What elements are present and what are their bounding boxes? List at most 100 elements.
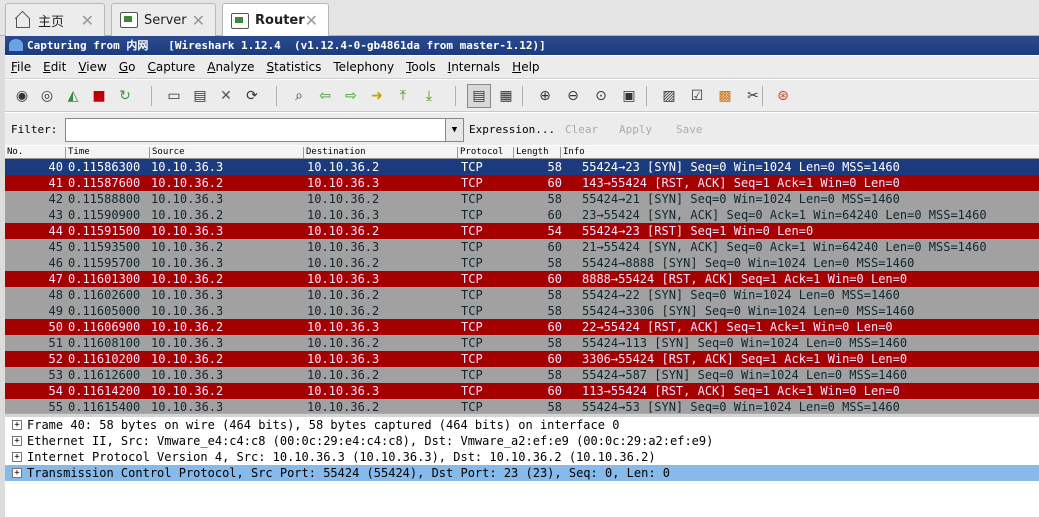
colorize-icon[interactable]: ▤ [467, 84, 491, 108]
display-filter-input[interactable] [65, 118, 446, 142]
restart-capture-icon[interactable]: ↻ [114, 85, 136, 107]
detail-tree-item[interactable]: + Ethernet II, Src: Vmware_e4:c4:c8 (00:0… [5, 433, 1039, 449]
tab-server[interactable]: Server ✕ [111, 3, 216, 36]
column-no[interactable]: No. [5, 147, 23, 159]
packet-dst-cell: 10.10.36.3 [307, 352, 380, 366]
menu-mnemonic: H [512, 60, 522, 74]
packet-len-cell: 60 [547, 240, 562, 254]
menu-item[interactable]: Capture [141, 60, 201, 74]
resize-columns-icon[interactable]: ▣ [618, 85, 640, 107]
help-icon[interactable]: ⊛ [772, 85, 794, 107]
menu-label: iew [86, 60, 107, 74]
preferences-icon[interactable]: ✂ [742, 85, 764, 107]
packet-row[interactable]: 55 0.11615400 10.10.36.3 10.10.36.2 TCP 58 554… [5, 399, 1039, 413]
packet-row[interactable]: 54 0.11614200 10.10.36.2 10.10.36.3 TCP 60 113… [5, 383, 1039, 399]
column-length[interactable]: Length [513, 147, 549, 159]
zoom-in-icon[interactable]: ⊕ [534, 85, 556, 107]
packet-row[interactable]: 50 0.11606900 10.10.36.2 10.10.36.3 TCP 60 22→… [5, 319, 1039, 335]
toolbar-separator [276, 86, 277, 106]
packet-row[interactable]: 48 0.11602600 10.10.36.3 10.10.36.2 TCP 58 554… [5, 287, 1039, 303]
menu-item[interactable]: Help [506, 60, 545, 74]
packet-row[interactable]: 45 0.11593500 10.10.36.2 10.10.36.3 TCP 60 21→… [5, 239, 1039, 255]
start-capture-icon[interactable]: ◭ [62, 85, 84, 107]
expand-icon[interactable]: + [12, 452, 22, 462]
column-source[interactable]: Source [149, 147, 185, 159]
detail-text: Transmission Control Protocol, Src Port:… [27, 466, 670, 480]
go-to-packet-icon[interactable]: ➜ [366, 85, 388, 107]
packet-dst-cell: 10.10.36.2 [307, 224, 380, 238]
capture-filters-icon[interactable]: ▨ [658, 85, 680, 107]
packet-row[interactable]: 43 0.11590900 10.10.36.2 10.10.36.3 TCP 60 23→… [5, 207, 1039, 223]
detail-tree-item[interactable]: + Transmission Control Protocol, Src Port… [5, 465, 1039, 481]
packet-row[interactable]: 46 0.11595700 10.10.36.3 10.10.36.2 TCP 58 554… [5, 255, 1039, 271]
packet-dst-cell: 10.10.36.2 [307, 192, 380, 206]
packet-src-cell: 10.10.36.2 [151, 240, 224, 254]
menu-item[interactable]: Telephony [327, 60, 400, 74]
open-file-icon[interactable]: ▭ [163, 85, 185, 107]
normal-size-icon[interactable]: ⊙ [590, 85, 612, 107]
packet-row[interactable]: 52 0.11610200 10.10.36.2 10.10.36.3 TCP 60 330… [5, 351, 1039, 367]
menu-item[interactable]: Analyze [201, 60, 260, 74]
find-packet-icon[interactable]: ⌕ [288, 85, 310, 107]
column-time[interactable]: Time [65, 147, 90, 159]
packet-no-cell: 47 [48, 272, 63, 286]
packet-row[interactable]: 40 0.11586300 10.10.36.3 10.10.36.2 TCP 58 554… [5, 159, 1039, 176]
menu-label: dit [50, 60, 67, 74]
menu-item[interactable]: View [72, 60, 112, 74]
save-filter-button[interactable]: Save [676, 123, 703, 136]
coloring-rules-icon[interactable]: ▩ [714, 85, 736, 107]
menu-mnemonic: G [118, 60, 129, 74]
menu-item[interactable]: Go [113, 60, 142, 74]
packet-row[interactable]: 53 0.11612600 10.10.36.3 10.10.36.2 TCP 58 554… [5, 367, 1039, 383]
apply-button[interactable]: Apply [619, 123, 652, 136]
detail-tree-item[interactable]: + Internet Protocol Version 4, Src: 10.10… [5, 449, 1039, 465]
menu-item[interactable]: Edit [37, 60, 72, 74]
zoom-out-icon[interactable]: ⊖ [562, 85, 584, 107]
close-icon[interactable]: ✕ [305, 11, 318, 30]
expand-icon[interactable]: + [12, 468, 22, 478]
reload-icon[interactable]: ⟳ [241, 85, 263, 107]
packet-src-cell: 10.10.36.3 [151, 304, 224, 318]
expand-icon[interactable]: + [12, 436, 22, 446]
packet-row[interactable]: 41 0.11587600 10.10.36.2 10.10.36.3 TCP 60 143… [5, 175, 1039, 191]
column-destination[interactable]: Destination [303, 147, 366, 159]
expression-button[interactable]: Expression... [469, 123, 555, 136]
packet-row[interactable]: 47 0.11601300 10.10.36.2 10.10.36.3 TCP 60 888… [5, 271, 1039, 287]
packet-row[interactable]: 51 0.11608100 10.10.36.3 10.10.36.2 TCP 58 554… [5, 335, 1039, 351]
go-forward-icon[interactable]: ⇨ [340, 85, 362, 107]
clear-button[interactable]: Clear [565, 123, 598, 136]
menu-item[interactable]: Tools [400, 60, 442, 74]
packet-no-cell: 48 [48, 288, 63, 302]
menu-item[interactable]: Internals [442, 60, 507, 74]
packet-row[interactable]: 44 0.11591500 10.10.36.3 10.10.36.2 TCP 54 554… [5, 223, 1039, 239]
tab-router[interactable]: Router ✕ [222, 3, 329, 37]
save-file-icon[interactable]: ▤ [189, 85, 211, 107]
packet-time-cell: 0.11588800 [68, 192, 141, 206]
menu-item[interactable]: File [5, 60, 37, 74]
packet-time-cell: 0.11606900 [68, 320, 141, 334]
go-back-icon[interactable]: ⇦ [314, 85, 336, 107]
stop-capture-icon[interactable]: ■ [88, 85, 110, 107]
go-first-icon[interactable]: ⤒ [392, 85, 414, 107]
column-info[interactable]: Info [560, 147, 585, 159]
menu-label: nalyze [215, 60, 255, 74]
capture-options-icon[interactable]: ◎ [36, 85, 58, 107]
close-icon[interactable]: ✕ [81, 11, 94, 30]
packet-dst-cell: 10.10.36.3 [307, 272, 380, 286]
go-last-icon[interactable]: ⤓ [418, 85, 440, 107]
detail-tree-item[interactable]: + Frame 40: 58 bytes on wire (464 bits), … [5, 417, 1039, 433]
packet-row[interactable]: 42 0.11588800 10.10.36.3 10.10.36.2 TCP 58 554… [5, 191, 1039, 207]
expand-icon[interactable]: + [12, 420, 22, 430]
menu-item[interactable]: Statistics [261, 60, 328, 74]
tab-home[interactable]: 主页 ✕ [5, 3, 105, 36]
auto-scroll-icon[interactable]: ▦ [495, 85, 517, 107]
filter-dropdown-button[interactable]: ▼ [446, 118, 464, 142]
window-title: Capturing from 内网 [Wireshark 1.12.4 (v1.… [27, 39, 546, 52]
packet-len-cell: 54 [547, 224, 562, 238]
interface-list-icon[interactable]: ◉ [11, 85, 33, 107]
column-protocol[interactable]: Protocol [457, 147, 503, 159]
display-filters-icon[interactable]: ☑ [686, 85, 708, 107]
close-icon[interactable]: ✕ [192, 11, 205, 30]
packet-row[interactable]: 49 0.11605000 10.10.36.3 10.10.36.2 TCP 58 554… [5, 303, 1039, 319]
close-file-icon[interactable]: ✕ [215, 85, 237, 107]
